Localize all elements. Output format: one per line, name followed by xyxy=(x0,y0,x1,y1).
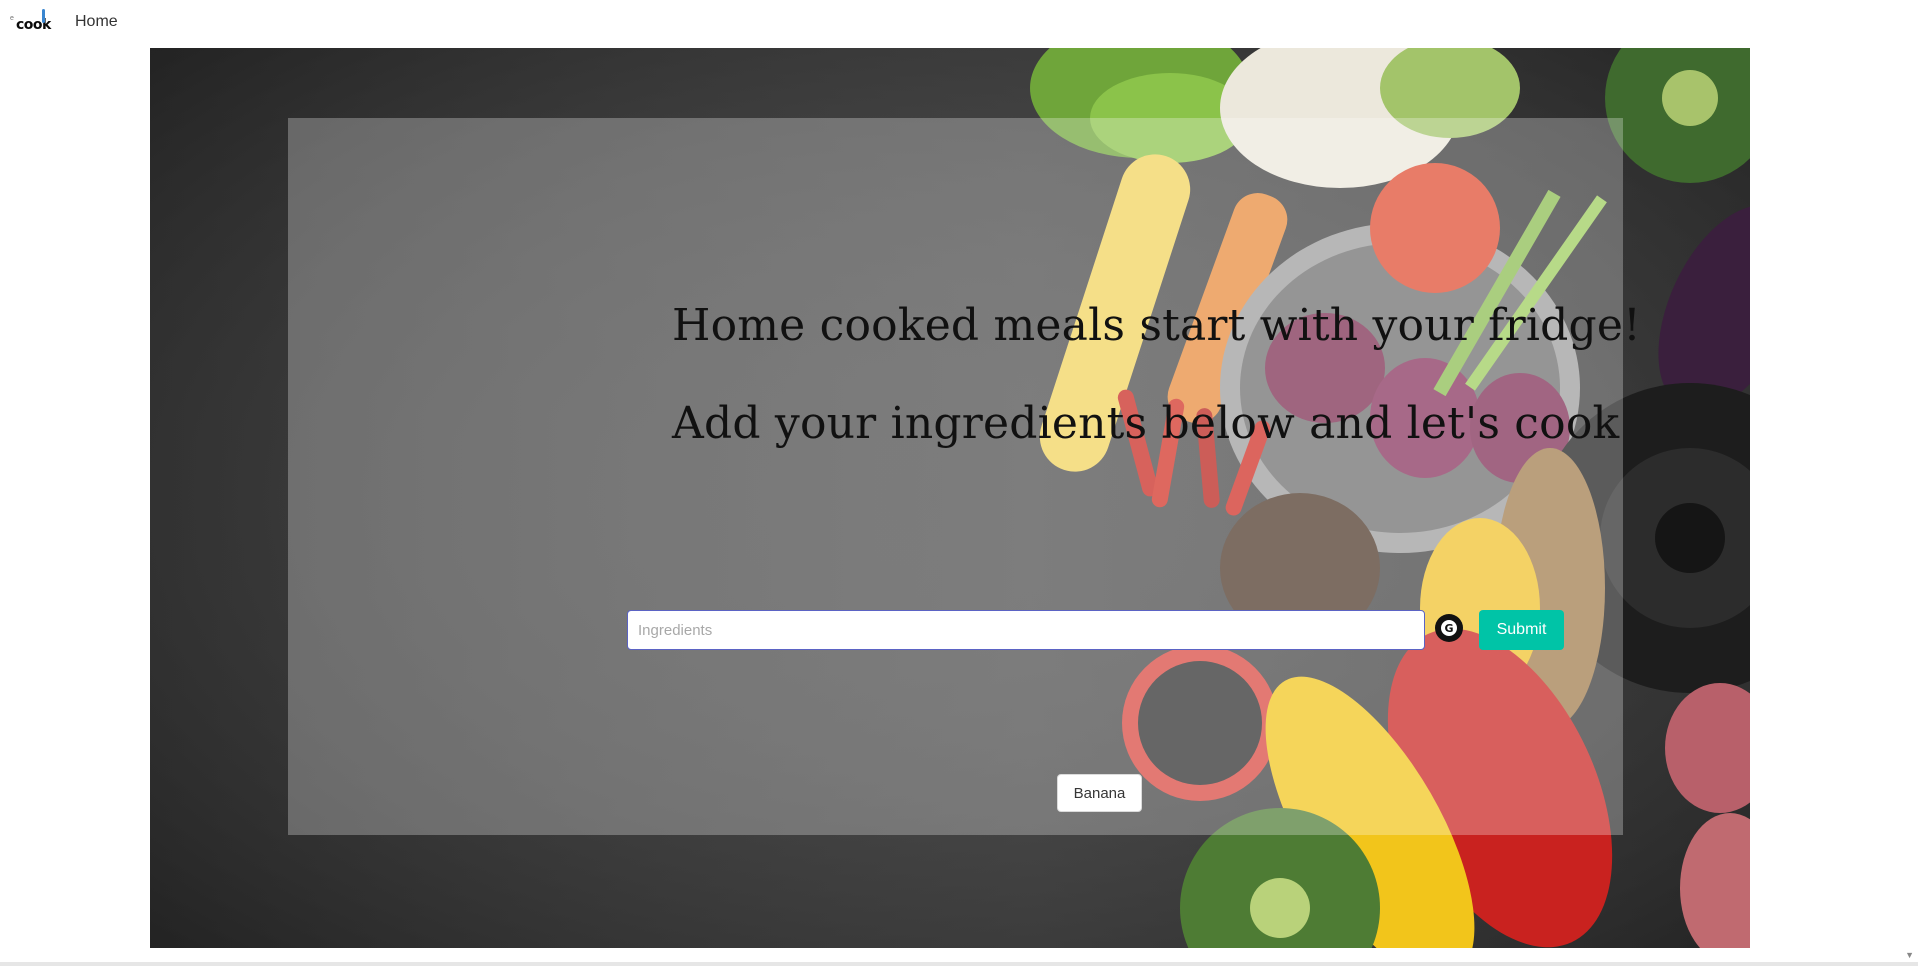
grammarly-icon-letter: G xyxy=(1441,620,1457,636)
hero-headline: Home cooked meals start with your fridge… xyxy=(672,300,1642,351)
nav-home-link[interactable]: Home xyxy=(75,13,118,31)
scroll-down-arrow-icon[interactable]: ▼ xyxy=(1905,950,1914,960)
grammarly-icon[interactable]: G xyxy=(1435,614,1463,642)
logo-small-text: e xyxy=(10,15,14,22)
logo-text: cook xyxy=(16,17,51,33)
hero-subheadline: Add your ingredients below and let's coo… xyxy=(672,398,1620,449)
cook-logo-icon[interactable]: e cook xyxy=(10,7,51,37)
horizontal-scrollbar[interactable] xyxy=(0,962,1918,966)
content-overlay-panel xyxy=(288,118,1623,835)
hero-section: Home cooked meals start with your fridge… xyxy=(150,48,1750,948)
ingredient-chip-banana[interactable]: Banana xyxy=(1057,774,1142,812)
spoon-icon xyxy=(42,9,45,23)
submit-button[interactable]: Submit xyxy=(1479,610,1564,650)
top-navbar: e cook Home xyxy=(0,0,1918,46)
ingredients-input[interactable] xyxy=(627,610,1425,650)
